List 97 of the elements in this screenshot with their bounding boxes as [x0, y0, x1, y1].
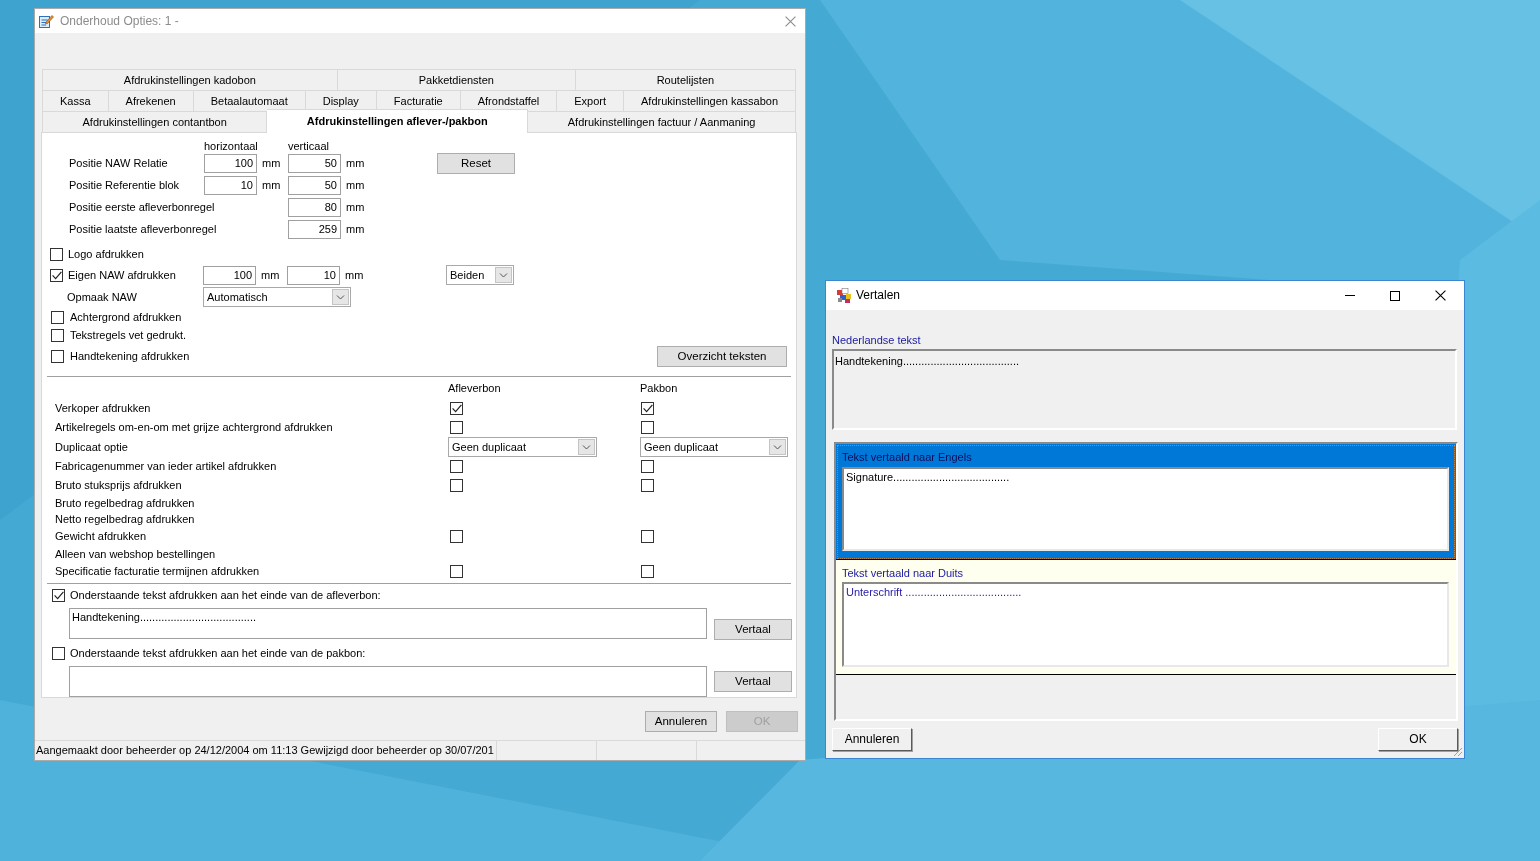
checkbox-label: Achtergrond afdrukken: [70, 310, 182, 324]
checkbox-label: Onderstaande tekst afdrukken aan het einde van de pakbon:: [70, 646, 366, 660]
checkbox[interactable]: [641, 530, 654, 543]
unit-label: mm: [261, 268, 280, 282]
tab[interactable]: Afdrukinstellingen factuur / Aanmaning: [528, 111, 796, 132]
overview-button[interactable]: Overzicht teksten: [657, 345, 787, 367]
checkbox[interactable]: [51, 328, 64, 342]
notepad-pencil-icon: [38, 13, 54, 29]
checkbox[interactable]: [641, 402, 654, 415]
option-label: Bruto stuksprijs afdrukken: [55, 479, 183, 492]
text-area[interactable]: Handtekening......................................: [69, 608, 707, 639]
checkbox[interactable]: [450, 565, 463, 578]
field-label: Tekst vertaald naar Duits: [842, 567, 964, 580]
checkbox-label: Eigen NAW afdrukken: [68, 268, 177, 282]
checkbox-label: Handtekening afdrukken: [70, 349, 190, 363]
column-header: horizontaal: [204, 139, 259, 153]
number-field[interactable]: 100: [203, 265, 256, 285]
window-title: Vertalen: [856, 289, 901, 302]
number-field[interactable]: 50: [288, 175, 341, 195]
checkmark-icon: [53, 590, 64, 600]
checkbox-label: Logo afdrukken: [68, 247, 144, 261]
option-label: Gewicht afdrukken: [55, 530, 148, 543]
tab[interactable]: Export: [557, 90, 625, 111]
column-header: verticaal: [288, 139, 329, 153]
tab[interactable]: Afdrukinstellingen aflever-/pakbon: [267, 109, 529, 133]
checkmark-icon: [451, 404, 462, 413]
unit-label: mm: [346, 156, 365, 170]
unit-label: mm: [346, 178, 365, 192]
cancel-button[interactable]: Annuleren: [645, 711, 717, 732]
unit-label: mm: [346, 200, 365, 214]
window-title: Onderhoud Opties: 1 -: [60, 14, 179, 28]
field-label: Positie Referentie blok: [69, 178, 181, 192]
option-label: Specificatie facturatie termijnen afdrukken: [55, 565, 261, 578]
option-label: Bruto regelbedrag afdrukken: [55, 496, 196, 510]
translate-button[interactable]: Vertaal: [714, 671, 792, 692]
checkmark-icon: [642, 404, 653, 413]
checkbox[interactable]: [50, 268, 63, 282]
option-label: Alleen van webshop bestellingen: [55, 547, 217, 561]
tab[interactable]: Pakketdiensten: [337, 69, 576, 90]
option-label: Netto regelbedrag afdrukken: [55, 512, 196, 526]
dropdown[interactable]: Automatisch: [203, 287, 351, 307]
checkbox-label: Tekstregels vet gedrukt.: [70, 328, 187, 342]
number-field[interactable]: 10: [287, 265, 340, 285]
checkbox[interactable]: [51, 310, 64, 324]
text-area[interactable]: [69, 666, 707, 697]
field-label: Positie laatste afleverbonregel: [69, 222, 218, 236]
unit-label: mm: [345, 268, 364, 282]
dropdown[interactable]: Geen duplicaat: [448, 437, 597, 457]
dropdown[interactable]: Geen duplicaat: [640, 437, 788, 457]
field-label: Positie eerste afleverbonregel: [69, 200, 216, 214]
field-label: Opmaak NAW: [67, 290, 138, 304]
column-header: Pakbon: [640, 382, 678, 395]
checkbox-label: Onderstaande tekst afdrukken aan het einde van de afleverbon:: [70, 588, 381, 602]
tab[interactable]: Afdrukinstellingen contantbon: [43, 111, 268, 132]
checkbox[interactable]: [51, 349, 64, 363]
unit-label: mm: [262, 178, 281, 192]
checkbox[interactable]: [52, 646, 65, 660]
checkbox[interactable]: [641, 479, 654, 492]
checkbox[interactable]: [50, 247, 63, 261]
reset-button[interactable]: Reset: [437, 152, 515, 174]
number-field[interactable]: 259: [288, 219, 341, 239]
checkbox[interactable]: [641, 421, 654, 434]
tab[interactable]: Afdrukinstellingen kadobon: [43, 69, 338, 90]
checkbox[interactable]: [450, 530, 463, 543]
option-label: Verkoper afdrukken: [55, 402, 152, 415]
checkbox[interactable]: [641, 460, 654, 473]
number-field[interactable]: 80: [288, 197, 341, 217]
tab[interactable]: Afrondstaffel: [460, 90, 558, 111]
option-label: Duplicaat optie: [55, 440, 129, 454]
option-label: Fabricagenummer van ieder artikel afdrukken: [55, 460, 278, 473]
cancel-button[interactable]: Annuleren: [832, 728, 912, 751]
unit-label: mm: [346, 222, 365, 236]
checkbox[interactable]: [641, 565, 654, 578]
number-field[interactable]: 100: [204, 153, 257, 173]
translate-button[interactable]: Vertaal: [714, 619, 792, 640]
field-label: Nederlandse tekst: [832, 334, 921, 347]
unit-label: mm: [262, 156, 281, 170]
checkmark-icon: [51, 270, 62, 280]
checkbox[interactable]: [450, 402, 463, 415]
checkbox[interactable]: [450, 479, 463, 492]
checkbox[interactable]: [52, 588, 65, 602]
dropdown[interactable]: Beiden: [446, 265, 514, 285]
tab[interactable]: Betaalautomaat: [193, 90, 306, 111]
tab[interactable]: Kassa: [43, 90, 109, 111]
option-label: Artikelregels om-en-om met grijze achtergrond afdrukken: [55, 421, 334, 434]
checkbox[interactable]: [450, 460, 463, 473]
field-label: Tekst vertaald naar Engels: [842, 451, 972, 464]
field-label: Positie NAW Relatie: [69, 156, 169, 170]
colored-blocks-icon: [836, 287, 852, 304]
column-header: Afleverbon: [448, 382, 502, 395]
number-field[interactable]: 50: [288, 153, 341, 173]
tab[interactable]: Afdrukinstellingen kassabon: [624, 90, 796, 111]
status-text: Aangemaakt door beheerder op 24/12/2004 om 11:13 Gewijzigd door beheerder op 30/07/201: [35, 744, 495, 757]
checkbox[interactable]: [450, 421, 463, 434]
tab[interactable]: Afrekenen: [108, 90, 194, 111]
tab[interactable]: Routelijsten: [575, 69, 796, 90]
number-field[interactable]: 10: [204, 175, 257, 195]
